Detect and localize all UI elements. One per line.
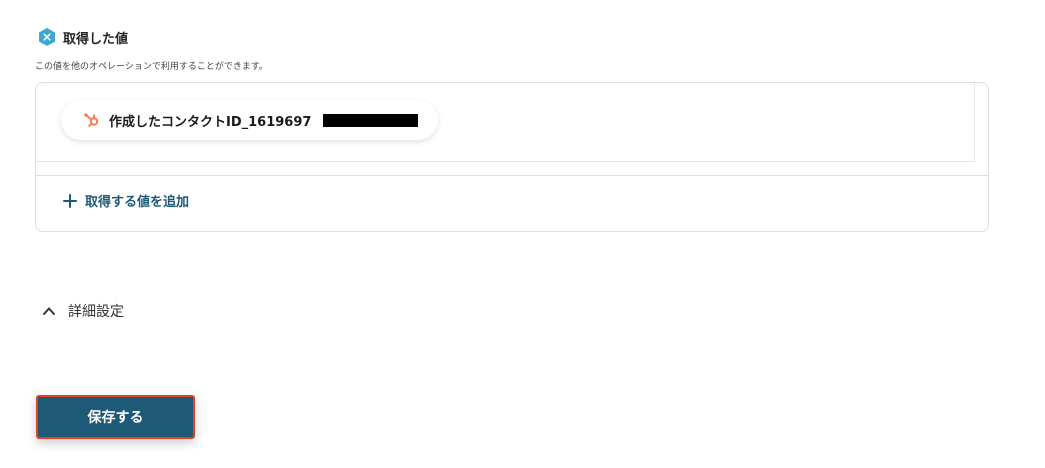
hubspot-icon: [84, 113, 99, 128]
section-title: 取得した値: [63, 31, 129, 47]
advanced-settings-label: 詳細設定: [68, 304, 124, 320]
save-button[interactable]: 保存する: [36, 395, 195, 439]
chevron-up-icon: [43, 307, 55, 315]
add-value-button[interactable]: 取得する値を追加: [63, 191, 189, 210]
values-divider: [36, 162, 988, 176]
redaction-bar: [323, 113, 419, 127]
advanced-settings-toggle[interactable]: 詳細設定: [42, 301, 124, 321]
plus-icon: [63, 193, 77, 208]
add-value-label: 取得する値を追加: [85, 195, 190, 210]
section-description: この値を他のオペレーションで利用することができます。: [35, 62, 268, 72]
values-card: 作成したコンタクトID_1619697 取得する値を追加: [35, 82, 989, 232]
section-header: 取得した値: [37, 27, 128, 47]
x-hexagon-icon: [39, 28, 55, 46]
values-list: 作成したコンタクトID_1619697: [36, 83, 975, 162]
value-chip-label: 作成したコンタクトID_1619697: [109, 114, 312, 130]
value-chip[interactable]: 作成したコンタクトID_1619697: [61, 100, 439, 140]
